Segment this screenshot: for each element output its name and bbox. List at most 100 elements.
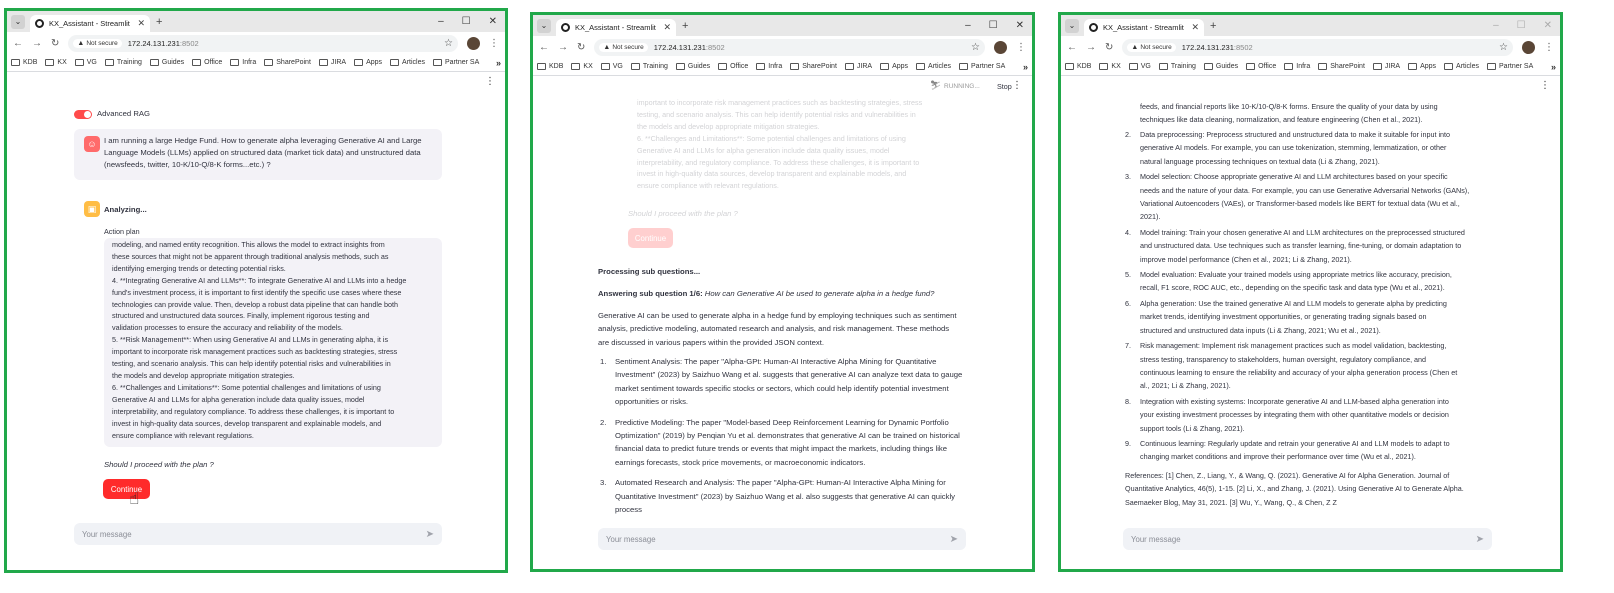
app-menu-icon[interactable]: ⋮ [1540,80,1550,91]
not-secure-badge[interactable]: ▲ Not secure [1127,42,1176,52]
chat-input[interactable]: Your message ➤ [74,523,442,545]
browser-tab[interactable]: KX_Assistant - Streamlit ✕ [30,15,150,32]
send-icon[interactable]: ➤ [950,534,958,545]
new-tab-icon[interactable]: + [1210,20,1216,32]
close-tab-icon[interactable]: ✕ [137,18,145,29]
reload-icon[interactable]: ↻ [51,38,59,49]
bookmark-infra[interactable]: Infra [1284,63,1310,70]
bookmark-kx[interactable]: KX [571,63,593,70]
bookmark-kdb[interactable]: KDB [1065,63,1091,70]
minimize-icon[interactable]: – [1493,20,1499,31]
list-item: 4. Model training: Train your chosen gen… [1125,227,1465,264]
bookmark-training[interactable]: Training [1158,63,1196,70]
more-bookmarks-icon[interactable]: » [1551,62,1556,72]
bookmark-vg[interactable]: VG [600,63,623,70]
address-bar[interactable]: ▲ Not secure 172.24.131.231:8502 ☆ [594,38,985,56]
bookmark-star-icon[interactable]: ☆ [1499,42,1508,53]
stop-button[interactable]: Stop [997,81,1012,93]
bookmark-partner-sa[interactable]: Partner SA [1487,63,1533,70]
browser-menu-icon[interactable]: ⋮ [1544,42,1554,53]
address-bar[interactable]: ▲ Not secure 172.24.131.231:8502 ☆ [68,34,458,52]
app-menu-icon[interactable]: ⋮ [1012,80,1022,91]
bookmark-office[interactable]: Office [718,63,748,70]
answering-heading: Answering sub question 1/6: How can Gene… [598,289,935,298]
new-tab-icon[interactable]: + [682,20,688,32]
bookmark-partner-sa[interactable]: Partner SA [433,59,479,66]
close-window-icon[interactable]: ✕ [1544,20,1552,31]
profile-avatar[interactable] [467,36,480,50]
bookmark-articles[interactable]: Articles [390,59,425,66]
send-icon[interactable]: ➤ [1476,534,1484,545]
reload-icon[interactable]: ↻ [1105,42,1113,53]
bookmark-articles[interactable]: Articles [916,63,951,70]
bookmark-apps[interactable]: Apps [880,63,908,70]
close-tab-icon[interactable]: ✕ [1191,22,1199,33]
forward-icon[interactable]: → [1086,42,1096,53]
not-secure-badge[interactable]: ▲ Not secure [599,42,648,52]
advanced-rag-toggle[interactable] [74,110,92,119]
send-icon[interactable]: ➤ [426,529,434,540]
continue-button[interactable]: Continue [103,479,150,499]
back-icon[interactable]: ← [539,42,549,53]
bookmark-vg[interactable]: VG [1128,63,1151,70]
minimize-icon[interactable]: – [438,16,444,27]
forward-icon[interactable]: → [558,42,568,53]
tab-search-icon[interactable]: ⌄ [1065,18,1079,33]
browser-menu-icon[interactable]: ⋮ [489,38,499,49]
url-host: 172.24.131.231 [127,38,180,48]
bookmark-jira[interactable]: JIRA [318,59,346,66]
bookmark-apps[interactable]: Apps [1408,63,1436,70]
bookmark-jira[interactable]: JIRA [1372,63,1400,70]
app-menu-icon[interactable]: ⋮ [485,76,495,87]
bookmark-kx[interactable]: KX [45,59,67,66]
bookmark-kx[interactable]: KX [1099,63,1121,70]
bookmark-partner-sa[interactable]: Partner SA [959,63,1005,70]
bookmark-infra[interactable]: Infra [230,59,256,66]
browser-tab[interactable]: KX_Assistant - Streamlit ✕ [556,19,676,36]
bookmark-office[interactable]: Office [192,59,222,66]
tab-search-icon[interactable]: ⌄ [11,14,25,29]
close-tab-icon[interactable]: ✕ [663,22,671,33]
forward-icon[interactable]: → [32,38,42,49]
bookmark-training[interactable]: Training [630,63,668,70]
bookmark-star-icon[interactable]: ☆ [971,42,980,53]
new-tab-icon[interactable]: + [156,16,162,28]
bookmark-infra[interactable]: Infra [756,63,782,70]
bookmark-sharepoint[interactable]: SharePoint [790,63,837,70]
minimize-icon[interactable]: – [965,20,971,31]
maximize-icon[interactable]: ☐ [462,16,471,27]
bookmark-training[interactable]: Training [104,59,142,66]
bookmark-sharepoint[interactable]: SharePoint [1318,63,1365,70]
bookmark-apps[interactable]: Apps [354,59,382,66]
bookmark-vg[interactable]: VG [74,59,97,66]
maximize-icon[interactable]: ☐ [989,20,998,31]
more-bookmarks-icon[interactable]: » [496,58,501,68]
back-icon[interactable]: ← [1067,42,1077,53]
address-bar[interactable]: ▲ Not secure 172.24.131.231:8502 ☆ [1122,38,1513,56]
bookmark-sharepoint[interactable]: SharePoint [264,59,311,66]
close-window-icon[interactable]: ✕ [489,16,497,27]
bookmark-kdb[interactable]: KDB [11,59,37,66]
profile-avatar[interactable] [1522,40,1535,54]
browser-tab[interactable]: KX_Assistant - Streamlit ✕ [1084,19,1204,36]
bookmark-guides[interactable]: Guides [1203,63,1238,70]
bookmark-kdb[interactable]: KDB [537,63,563,70]
chat-input[interactable]: Your message ➤ [598,528,966,550]
bookmark-guides[interactable]: Guides [675,63,710,70]
not-secure-badge[interactable]: ▲ Not secure [73,38,122,48]
bookmark-guides[interactable]: Guides [149,59,184,66]
reload-icon[interactable]: ↻ [577,42,585,53]
back-icon[interactable]: ← [13,38,23,49]
close-window-icon[interactable]: ✕ [1016,20,1024,31]
more-bookmarks-icon[interactable]: » [1023,62,1028,72]
profile-avatar[interactable] [994,40,1007,54]
bookmark-star-icon[interactable]: ☆ [444,38,453,49]
bookmark-jira[interactable]: JIRA [844,63,872,70]
bookmark-articles[interactable]: Articles [1444,63,1479,70]
chat-input[interactable]: Your message ➤ [1123,528,1492,550]
maximize-icon[interactable]: ☐ [1517,20,1526,31]
bookmark-office[interactable]: Office [1246,63,1276,70]
action-plan-box[interactable]: modeling, and named entity recognition. … [104,238,442,447]
browser-menu-icon[interactable]: ⋮ [1016,42,1026,53]
tab-search-icon[interactable]: ⌄ [537,18,551,33]
